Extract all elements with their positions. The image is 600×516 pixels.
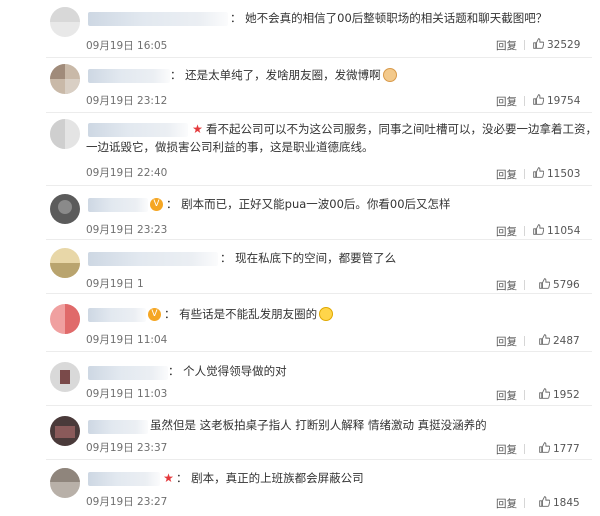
comment-time: 09月19日 11:04 bbox=[86, 334, 168, 346]
comment-time: 09月19日 11:03 bbox=[86, 388, 168, 400]
comment-text: ： 有些话是不能乱发朋友圈的 bbox=[164, 306, 334, 323]
divider bbox=[524, 444, 525, 454]
reply-button[interactable]: 回复 bbox=[496, 167, 517, 182]
like-count: 11503 bbox=[547, 168, 581, 180]
reply-button[interactable]: 回复 bbox=[496, 224, 517, 239]
comment-time: 09月19日 23:37 bbox=[86, 442, 168, 454]
comment-item: ： 个人觉得领导做的对 09月19日 11:03 回复 1952 bbox=[0, 352, 600, 406]
reply-button[interactable]: 回复 bbox=[496, 442, 517, 457]
username[interactable] bbox=[88, 308, 146, 322]
avatar[interactable] bbox=[50, 7, 80, 37]
thumbs-up-icon bbox=[539, 278, 551, 292]
comment-time: 09月19日 1 bbox=[86, 278, 144, 290]
like-count: 19754 bbox=[547, 95, 581, 107]
comment-text: ： 现在私底下的空间，都要管了么 bbox=[220, 251, 397, 265]
comment-item: ： 她不会真的相信了00后整顿职场的相关话题和聊天截图吧？ 09月19日 16:… bbox=[0, 0, 600, 58]
comment-text: ： 她不会真的相信了00后整顿职场的相关话题和聊天截图吧？ bbox=[230, 11, 548, 25]
like-count: 11054 bbox=[547, 225, 581, 237]
like-button[interactable]: 1845 bbox=[539, 496, 580, 510]
comment-time: 09月19日 23:23 bbox=[86, 224, 168, 236]
like-button[interactable]: 2487 bbox=[539, 334, 580, 348]
comment-item: ★ ： 剧本，真正的上班族都会屏蔽公司 09月19日 23:27 回复 1845 bbox=[0, 460, 600, 516]
thumbs-up-icon bbox=[539, 496, 551, 510]
comment-item: ★ 看不起公司可以不为这公司服务，同事之间吐槽可以，没必要一边拿着工资， 一边诋… bbox=[0, 113, 600, 186]
comment-text: ： 剧本，真正的上班族都会屏蔽公司 bbox=[176, 471, 364, 485]
like-button[interactable]: 1952 bbox=[539, 388, 580, 402]
username[interactable] bbox=[88, 198, 148, 212]
username[interactable] bbox=[88, 12, 228, 26]
divider bbox=[524, 96, 525, 106]
divider bbox=[524, 390, 525, 400]
like-button[interactable]: 32529 bbox=[533, 38, 580, 52]
reply-button[interactable]: 回复 bbox=[496, 334, 517, 349]
comment-text: ： 还是太单纯了，发啥朋友圈，发微博啊 bbox=[170, 67, 397, 84]
username[interactable] bbox=[88, 420, 148, 434]
comment-text: ： 剧本而已，正好又能pua一波00后。你看00后又怎样 bbox=[166, 197, 451, 211]
like-count: 2487 bbox=[553, 335, 580, 347]
like-button[interactable]: 1777 bbox=[539, 442, 580, 456]
thumbs-up-icon bbox=[533, 224, 545, 238]
username[interactable] bbox=[88, 252, 218, 266]
divider bbox=[524, 336, 525, 346]
username[interactable] bbox=[88, 69, 170, 83]
comment-item: 虽然但是 这老板拍桌子指人 打断别人解释 情绪激动 真挺没涵养的 09月19日 … bbox=[0, 406, 600, 460]
avatar[interactable] bbox=[50, 119, 80, 149]
like-count: 1845 bbox=[553, 497, 580, 509]
like-button[interactable]: 11503 bbox=[533, 167, 580, 181]
comment-time: 09月19日 22:40 bbox=[86, 167, 168, 179]
like-count: 5796 bbox=[553, 279, 580, 291]
like-count: 32529 bbox=[547, 39, 581, 51]
username[interactable] bbox=[88, 123, 188, 137]
thumbs-up-icon bbox=[539, 442, 551, 456]
reply-button[interactable]: 回复 bbox=[496, 38, 517, 53]
divider bbox=[524, 226, 525, 236]
divider bbox=[524, 169, 525, 179]
avatar[interactable] bbox=[50, 194, 80, 224]
reply-button[interactable]: 回复 bbox=[496, 278, 517, 293]
comment-text: ： 个人觉得领导做的对 bbox=[168, 364, 287, 378]
reply-button[interactable]: 回复 bbox=[496, 94, 517, 109]
divider bbox=[524, 40, 525, 50]
thumbs-up-icon bbox=[539, 334, 551, 348]
thumbs-up-icon bbox=[533, 38, 545, 52]
username[interactable] bbox=[88, 366, 168, 380]
like-count: 1952 bbox=[553, 389, 580, 401]
comment-text: 看不起公司可以不为这公司服务，同事之间吐槽可以，没必要一边拿着工资， bbox=[206, 122, 597, 136]
reply-button[interactable]: 回复 bbox=[496, 496, 517, 511]
star-badge-icon: ★ bbox=[192, 122, 203, 136]
star-badge-icon: ★ bbox=[163, 471, 174, 485]
comment-time: 09月19日 23:27 bbox=[86, 496, 168, 508]
avatar[interactable] bbox=[50, 248, 80, 278]
comment-item: ： 还是太单纯了，发啥朋友圈，发微博啊 09月19日 23:12 回复 1975… bbox=[0, 58, 600, 113]
divider bbox=[524, 498, 525, 508]
comment-time: 09月19日 16:05 bbox=[86, 40, 168, 52]
verified-badge-icon: V bbox=[148, 308, 161, 321]
like-button[interactable]: 11054 bbox=[533, 224, 580, 238]
verified-badge-icon: V bbox=[150, 198, 163, 211]
avatar[interactable] bbox=[50, 468, 80, 498]
username[interactable] bbox=[88, 472, 160, 486]
like-button[interactable]: 5796 bbox=[539, 278, 580, 292]
comment-item: ： 现在私底下的空间，都要管了么 09月19日 1 回复 5796 bbox=[0, 240, 600, 294]
avatar[interactable] bbox=[50, 362, 80, 392]
comment-text-line-2: 一边诋毁它，做损害公司利益的事，这是职业道德底线。 bbox=[86, 140, 374, 154]
thumbs-up-icon bbox=[539, 388, 551, 402]
thumbs-up-icon bbox=[533, 167, 545, 181]
avatar[interactable] bbox=[50, 416, 80, 446]
like-button[interactable]: 19754 bbox=[533, 94, 580, 108]
thumbs-up-icon bbox=[533, 94, 545, 108]
comment-time: 09月19日 23:12 bbox=[86, 95, 168, 107]
comment-item: V ： 剧本而已，正好又能pua一波00后。你看00后又怎样 09月19日 23… bbox=[0, 186, 600, 240]
divider bbox=[524, 280, 525, 290]
sweat-smile-icon bbox=[319, 307, 334, 321]
comment-item: V ： 有些话是不能乱发朋友圈的 09月19日 11:04 回复 2487 bbox=[0, 294, 600, 352]
reply-button[interactable]: 回复 bbox=[496, 388, 517, 403]
avatar[interactable] bbox=[50, 304, 80, 334]
comment-text: 虽然但是 这老板拍桌子指人 打断别人解释 情绪激动 真挺没涵养的 bbox=[150, 418, 487, 432]
cat-face-icon bbox=[382, 68, 397, 82]
like-count: 1777 bbox=[553, 443, 580, 455]
avatar[interactable] bbox=[50, 64, 80, 94]
